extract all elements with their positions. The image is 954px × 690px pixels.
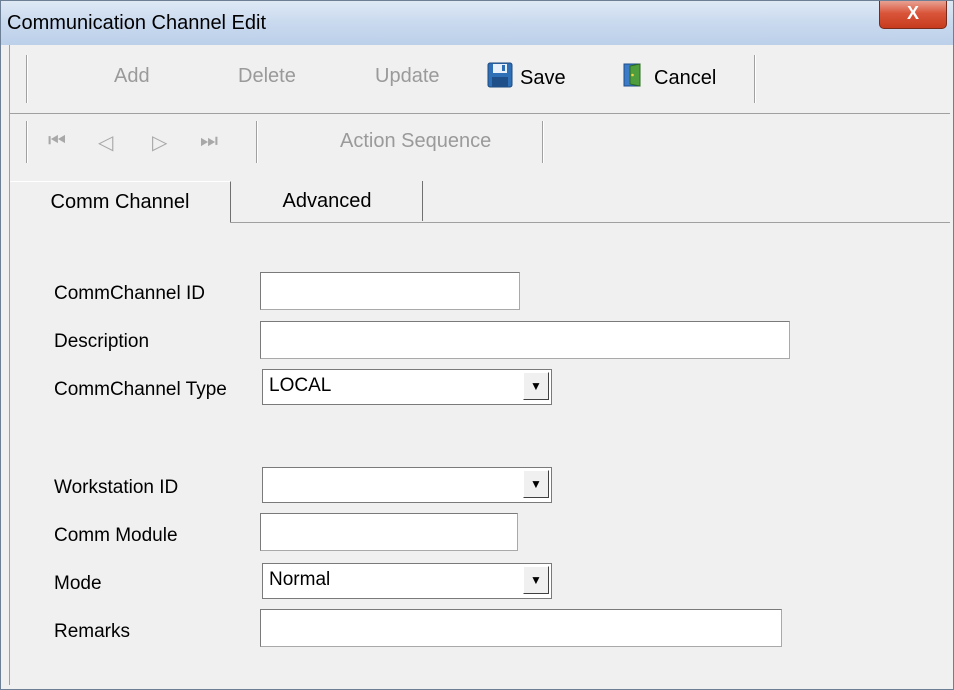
cancel-button[interactable]: Cancel bbox=[620, 61, 716, 95]
chevron-down-icon[interactable]: ▼ bbox=[523, 566, 549, 594]
last-record-icon[interactable]: ⏭ bbox=[200, 130, 218, 153]
commchannel-id-label: CommChannel ID bbox=[54, 283, 205, 304]
workstation-id-select[interactable]: ▼ bbox=[262, 467, 552, 503]
previous-record-icon[interactable]: ◁ bbox=[98, 130, 113, 155]
workstation-id-label: Workstation ID bbox=[54, 477, 179, 498]
title-bar[interactable]: Communication Channel Edit X bbox=[1, 1, 953, 45]
update-button[interactable]: Update bbox=[375, 65, 440, 88]
door-exit-icon bbox=[620, 61, 648, 95]
commchannel-type-value: LOCAL bbox=[269, 375, 332, 396]
mode-label: Mode bbox=[54, 573, 102, 594]
commchannel-id-input[interactable] bbox=[260, 272, 520, 310]
client-area: Add Delete Update Save Cancel ⏮ ◁ ▷ ⏭ Ac… bbox=[9, 45, 950, 685]
chevron-down-icon[interactable]: ▼ bbox=[523, 372, 549, 400]
remarks-label: Remarks bbox=[54, 621, 131, 642]
delete-button-label: Delete bbox=[238, 65, 296, 87]
description-label: Description bbox=[54, 331, 150, 352]
update-button-label: Update bbox=[375, 65, 440, 87]
navigation-toolbar: ⏮ ◁ ▷ ⏭ Action Sequence bbox=[10, 115, 950, 167]
next-record-icon[interactable]: ▷ bbox=[152, 130, 167, 155]
cancel-button-label: Cancel bbox=[654, 66, 717, 89]
comm-module-input[interactable] bbox=[260, 513, 518, 551]
close-icon: X bbox=[906, 3, 919, 23]
toolbar-grip[interactable] bbox=[26, 121, 28, 163]
comm-channel-panel: CommChannel ID Description CommChannel T… bbox=[10, 223, 950, 681]
chevron-down-icon[interactable]: ▼ bbox=[523, 470, 549, 498]
tab-strip: Comm Channel Advanced bbox=[10, 181, 950, 223]
add-button-label: Add bbox=[114, 65, 150, 87]
add-button[interactable]: Add bbox=[114, 65, 150, 88]
floppy-disk-icon bbox=[486, 61, 514, 95]
toolbar-grip[interactable] bbox=[26, 55, 28, 103]
main-toolbar: Add Delete Update Save Cancel bbox=[10, 45, 950, 114]
commchannel-type-select[interactable]: LOCAL ▼ bbox=[262, 369, 552, 405]
save-button[interactable]: Save bbox=[486, 61, 566, 95]
window: Communication Channel Edit X Add Delete … bbox=[0, 0, 954, 690]
window-title: Communication Channel Edit bbox=[7, 12, 267, 34]
remarks-input[interactable] bbox=[260, 609, 782, 647]
commchannel-type-label: CommChannel Type bbox=[54, 379, 227, 400]
toolbar-separator bbox=[256, 121, 258, 163]
tab-comm-channel[interactable]: Comm Channel bbox=[10, 181, 231, 222]
comm-module-label: Comm Module bbox=[54, 525, 178, 546]
save-button-label: Save bbox=[520, 66, 566, 89]
tab-advanced[interactable]: Advanced bbox=[232, 181, 423, 221]
mode-value: Normal bbox=[269, 569, 331, 590]
close-button[interactable]: X bbox=[879, 1, 947, 29]
action-sequence-button[interactable]: Action Sequence bbox=[340, 130, 491, 153]
toolbar-separator bbox=[542, 121, 544, 163]
action-sequence-label: Action Sequence bbox=[340, 130, 492, 152]
tab-advanced-label: Advanced bbox=[282, 189, 372, 212]
tab-comm-channel-label: Comm Channel bbox=[50, 190, 190, 213]
delete-button[interactable]: Delete bbox=[238, 65, 296, 88]
first-record-icon[interactable]: ⏮ bbox=[48, 130, 66, 153]
description-input[interactable] bbox=[260, 321, 790, 359]
toolbar-separator bbox=[754, 55, 756, 103]
mode-select[interactable]: Normal ▼ bbox=[262, 563, 552, 599]
